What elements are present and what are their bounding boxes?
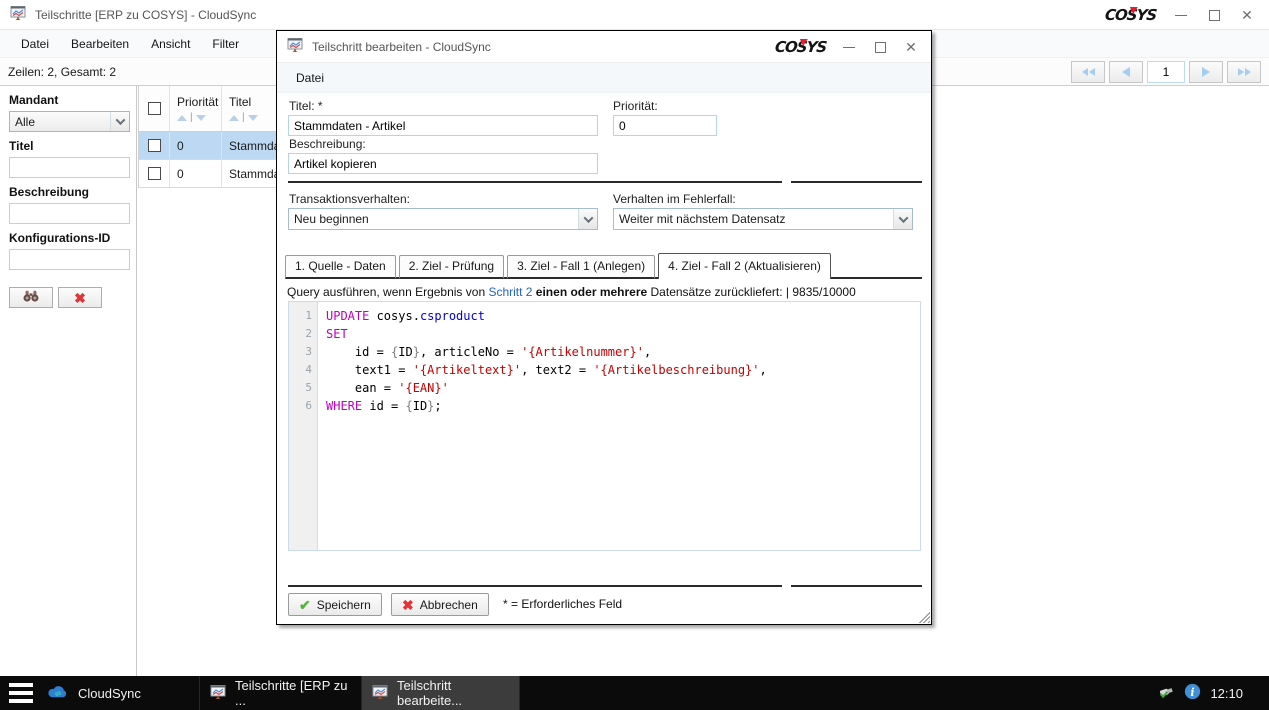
taskbar: CloudSync Teilschritte [ERP zu ... Teils…	[0, 676, 1269, 710]
last-page-button[interactable]	[1227, 61, 1261, 83]
safely-remove-hardware-icon[interactable]	[1158, 683, 1175, 703]
schritt-2-link[interactable]: Schritt 2	[488, 285, 532, 299]
beschreibung-input[interactable]	[288, 153, 598, 174]
beschreibung-filter-input[interactable]	[9, 203, 130, 224]
clock: 12:10	[1210, 686, 1243, 701]
sql-query-editor[interactable]: 1 2 3 4 5 6 UPDATE cosys.csproduct SET i…	[288, 301, 921, 551]
save-button[interactable]: ✔ Speichern	[288, 593, 382, 616]
tab-ziel-pruefung[interactable]: 2. Ziel - Prüfung	[399, 255, 504, 279]
dialog-menu-datei[interactable]: Datei	[285, 64, 335, 92]
required-field-note: * = Erforderliches Feld	[503, 593, 622, 616]
separator	[288, 181, 782, 183]
fehlerfall-label: Verhalten im Fehlerfall:	[613, 192, 736, 206]
select-all-checkbox[interactable]	[148, 102, 161, 115]
taskbar-item-teilschritt-bearbeiten[interactable]: Teilschritt bearbeite...	[362, 676, 520, 710]
cosys-logo: COSYS	[1104, 6, 1157, 24]
separator	[791, 181, 922, 183]
row-checkbox[interactable]	[148, 139, 161, 152]
dialog-maximize-button[interactable]	[872, 39, 888, 55]
tab-ziel-fall-2[interactable]: 4. Ziel - Fall 2 (Aktualisieren)	[658, 253, 831, 279]
separator	[288, 585, 782, 587]
mandant-select[interactable]: Alle	[9, 111, 130, 132]
status-text: Zeilen: 2, Gesamt: 2	[8, 65, 116, 79]
sort-desc-icon[interactable]	[196, 115, 206, 121]
mandant-label: Mandant	[9, 93, 129, 107]
dialog-close-button[interactable]: ✕	[903, 39, 919, 55]
teilschritt-bearbeiten-dialog: Teilschritt bearbeiten - CloudSync COSYS…	[276, 30, 932, 625]
separator	[791, 585, 922, 587]
tab-quelle-daten[interactable]: 1. Quelle - Daten	[285, 255, 396, 279]
red-x-icon: ✖	[402, 598, 414, 612]
sort-asc-icon[interactable]	[229, 115, 239, 121]
line-numbers: 1 2 3 4 5 6	[289, 302, 318, 550]
fehlerfall-value: Weiter mit nächstem Datensatz	[614, 212, 893, 226]
fehlerfall-select[interactable]: Weiter mit nächstem Datensatz	[613, 208, 913, 230]
binoculars-icon	[22, 290, 40, 305]
main-window-titlebar: Teilschritte [ERP zu COSYS] - CloudSync …	[0, 0, 1269, 30]
previous-page-button[interactable]	[1109, 61, 1143, 83]
dialog-titlebar[interactable]: Teilschritt bearbeiten - CloudSync COSYS…	[277, 31, 931, 63]
cancel-button[interactable]: ✖ Abbrechen	[391, 593, 489, 616]
search-button[interactable]	[9, 287, 53, 308]
query-info-text: Query ausführen, wenn Ergebnis von Schri…	[287, 285, 856, 299]
clear-filter-button[interactable]: ✖	[58, 287, 102, 308]
app-chart-icon	[10, 5, 26, 24]
cosys-logo: COSYS	[774, 38, 827, 56]
red-x-icon: ✖	[74, 291, 86, 305]
cloud-sync-icon	[46, 684, 69, 703]
filter-sidebar: Mandant Alle Titel Beschreibung Konfigur…	[0, 86, 137, 676]
taskbar-item-teilschritte[interactable]: Teilschritte [ERP zu ...	[200, 676, 362, 710]
first-page-button[interactable]	[1071, 61, 1105, 83]
prioritaet-label: Priorität:	[613, 99, 658, 113]
green-check-icon: ✔	[299, 598, 311, 612]
transaktionsverhalten-label: Transaktionsverhalten:	[289, 192, 410, 206]
menu-ansicht[interactable]: Ansicht	[140, 30, 201, 58]
titel-filter-label: Titel	[9, 139, 129, 153]
beschreibung-label: Beschreibung:	[289, 137, 366, 151]
maximize-button[interactable]	[1206, 7, 1222, 23]
next-page-button[interactable]	[1189, 61, 1223, 83]
chevron-down-icon	[578, 209, 597, 229]
menu-bearbeiten[interactable]: Bearbeiten	[60, 30, 140, 58]
konfigurations-id-input[interactable]	[9, 249, 130, 270]
dialog-title: Teilschritt bearbeiten - CloudSync	[312, 40, 491, 54]
step-tabs: 1. Quelle - Daten 2. Ziel - Prüfung 3. Z…	[285, 253, 831, 279]
titel-filter-input[interactable]	[9, 157, 130, 178]
close-button[interactable]: ✕	[1239, 7, 1255, 23]
info-icon[interactable]	[1184, 683, 1201, 703]
transaktionsverhalten-select[interactable]: Neu beginnen	[288, 208, 598, 230]
titel-label: Titel: *	[289, 99, 323, 113]
cell-prioritaet: 0	[169, 160, 221, 187]
konfigurations-id-label: Konfigurations-ID	[9, 231, 129, 245]
dialog-minimize-button[interactable]	[841, 39, 857, 55]
chart-window-icon	[210, 684, 226, 703]
mandant-selected-value: Alle	[10, 115, 110, 129]
row-checkbox[interactable]	[148, 167, 161, 180]
chevron-down-icon	[110, 112, 129, 131]
menu-filter[interactable]: Filter	[201, 30, 250, 58]
taskbar-item-cloudsync[interactable]: CloudSync	[36, 676, 200, 710]
chevron-down-icon	[893, 209, 912, 229]
chart-window-icon	[372, 684, 388, 703]
transaktionsverhalten-value: Neu beginnen	[289, 212, 578, 226]
sort-desc-icon[interactable]	[248, 115, 258, 121]
sql-code[interactable]: UPDATE cosys.csproduct SET id = {ID}, ar…	[318, 302, 920, 550]
menu-datei[interactable]: Datei	[10, 30, 60, 58]
beschreibung-filter-label: Beschreibung	[9, 185, 129, 199]
dialog-menubar: Datei	[277, 63, 931, 93]
main-window-title: Teilschritte [ERP zu COSYS] - CloudSync	[35, 8, 256, 22]
page-number-input[interactable]	[1147, 61, 1185, 83]
app-chart-icon	[287, 37, 303, 56]
titel-input[interactable]	[288, 115, 598, 136]
prioritaet-input[interactable]	[613, 115, 717, 136]
column-header-prioritaet[interactable]: Priorität |	[169, 86, 221, 131]
cell-prioritaet: 0	[169, 132, 221, 159]
tab-ziel-fall-1[interactable]: 3. Ziel - Fall 1 (Anlegen)	[507, 255, 655, 279]
pagination	[1071, 61, 1261, 83]
start-menu-button[interactable]	[0, 676, 36, 710]
minimize-button[interactable]	[1173, 7, 1189, 23]
sort-asc-icon[interactable]	[177, 115, 187, 121]
